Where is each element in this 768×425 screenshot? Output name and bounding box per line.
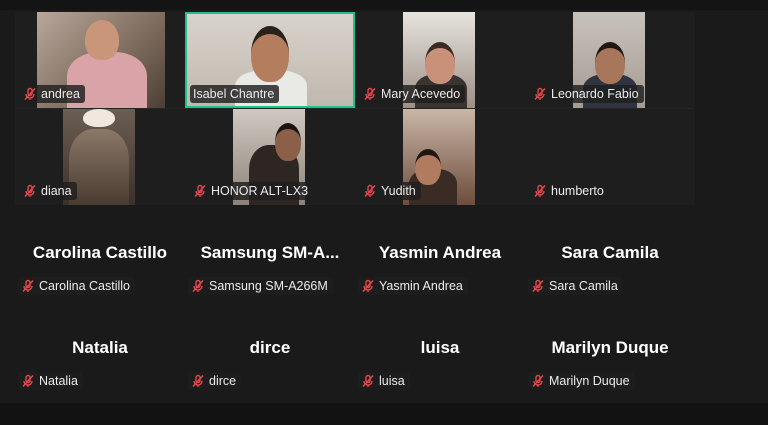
participant-name-label: diana — [20, 182, 77, 200]
participant-name-label: HONOR ALT-LX3 — [190, 182, 314, 200]
video-grid: andrea Isabel Chantre Mary Acevedo Leona… — [15, 12, 695, 205]
participant-tile-samsung[interactable]: Samsung SM-A... Samsung SM-A266M — [185, 213, 355, 308]
mic-muted-icon — [362, 374, 374, 388]
participant-name-label: Isabel Chantre — [190, 85, 280, 103]
participant-display-name: Marilyn Duque — [551, 338, 669, 357]
mic-muted-icon — [24, 87, 36, 101]
participant-display-name: Carolina Castillo — [32, 243, 168, 262]
mic-muted-icon — [532, 279, 544, 293]
mic-muted-icon — [194, 184, 206, 198]
participant-tile-yasmin-andrea[interactable]: Yasmin Andrea Yasmin Andrea — [355, 213, 525, 308]
participant-name-label: Leonardo Fabio — [530, 85, 644, 103]
participant-name: luisa — [379, 374, 405, 388]
meeting-gallery-view: andrea Isabel Chantre Mary Acevedo Leona… — [0, 0, 768, 425]
participant-name-label: Samsung SM-A266M — [188, 277, 333, 295]
participant-figure — [69, 129, 129, 205]
participant-name: Leonardo Fabio — [551, 87, 639, 101]
participant-name-label: Yasmin Andrea — [358, 277, 468, 295]
participant-name: HONOR ALT-LX3 — [211, 184, 309, 198]
participant-name: Isabel Chantre — [193, 87, 275, 101]
participant-face — [415, 149, 441, 185]
participant-name-label: Sara Camila — [528, 277, 623, 295]
bottom-bar — [0, 403, 768, 425]
participant-name: andrea — [41, 87, 80, 101]
participant-tile-dirce[interactable]: dirce dirce — [185, 308, 355, 403]
mic-muted-icon — [192, 279, 204, 293]
participant-name: Natalia — [39, 374, 78, 388]
participant-name: Yudith — [381, 184, 416, 198]
mic-muted-icon — [532, 374, 544, 388]
participant-tile-leonardo-fabio[interactable]: Leonardo Fabio — [525, 12, 695, 108]
participant-face — [595, 42, 625, 84]
participant-name-label: Carolina Castillo — [18, 277, 136, 295]
participant-name-label: humberto — [530, 182, 609, 200]
mic-muted-icon — [364, 184, 376, 198]
participant-display-name: dirce — [249, 338, 291, 357]
participant-display-name: Natalia — [72, 338, 128, 357]
participant-tile-isabel-chantre[interactable]: Isabel Chantre — [185, 12, 355, 108]
mic-muted-icon — [534, 87, 546, 101]
participant-name: Yasmin Andrea — [379, 279, 463, 293]
participant-tile-marilyn-duque[interactable]: Marilyn Duque Marilyn Duque — [525, 308, 695, 403]
participant-display-name: Yasmin Andrea — [378, 243, 502, 262]
participant-name-label: dirce — [188, 372, 242, 390]
participant-face — [85, 20, 119, 60]
participant-name: Marilyn Duque — [549, 374, 630, 388]
participant-name-label: Natalia — [18, 372, 83, 390]
participant-name: Samsung SM-A266M — [209, 279, 328, 293]
participant-name: Sara Camila — [549, 279, 618, 293]
participant-display-name: Sara Camila — [561, 243, 659, 262]
participant-name-label: Yudith — [360, 182, 421, 200]
participant-display-name: Samsung SM-A... — [200, 243, 340, 262]
mic-muted-icon — [22, 279, 34, 293]
participant-tile-humberto[interactable]: humberto — [525, 109, 695, 205]
participant-face — [425, 42, 455, 84]
mic-muted-icon — [534, 184, 546, 198]
participant-tile-sara-camila[interactable]: Sara Camila Sara Camila — [525, 213, 695, 308]
participant-name-label: Mary Acevedo — [360, 85, 466, 103]
participant-tile-yudith[interactable]: Yudith — [355, 109, 525, 205]
participant-name: Mary Acevedo — [381, 87, 461, 101]
participant-face — [83, 109, 115, 127]
participant-display-name: luisa — [420, 338, 460, 357]
mic-muted-icon — [192, 374, 204, 388]
mic-muted-icon — [364, 87, 376, 101]
top-bar — [0, 0, 768, 10]
participant-tile-mary-acevedo[interactable]: Mary Acevedo — [355, 12, 525, 108]
participant-tile-honor-alt-lx3[interactable]: HONOR ALT-LX3 — [185, 109, 355, 205]
participant-name: Carolina Castillo — [39, 279, 131, 293]
mic-muted-icon — [22, 374, 34, 388]
participant-name: humberto — [551, 184, 604, 198]
participant-name: dirce — [209, 374, 237, 388]
participant-tile-carolina-castillo[interactable]: Carolina Castillo Carolina Castillo — [15, 213, 185, 308]
participant-name-label: andrea — [20, 85, 85, 103]
participant-face — [251, 26, 289, 82]
participant-name: diana — [41, 184, 72, 198]
participant-face — [275, 123, 301, 161]
participant-name-label: luisa — [358, 372, 410, 390]
mic-muted-icon — [24, 184, 36, 198]
mic-muted-icon — [362, 279, 374, 293]
participant-tile-andrea[interactable]: andrea — [15, 12, 185, 108]
participant-tile-luisa[interactable]: luisa luisa — [355, 308, 525, 403]
participant-tile-diana[interactable]: diana — [15, 109, 185, 205]
participant-name-label: Marilyn Duque — [528, 372, 635, 390]
participant-tile-natalia[interactable]: Natalia Natalia — [15, 308, 185, 403]
